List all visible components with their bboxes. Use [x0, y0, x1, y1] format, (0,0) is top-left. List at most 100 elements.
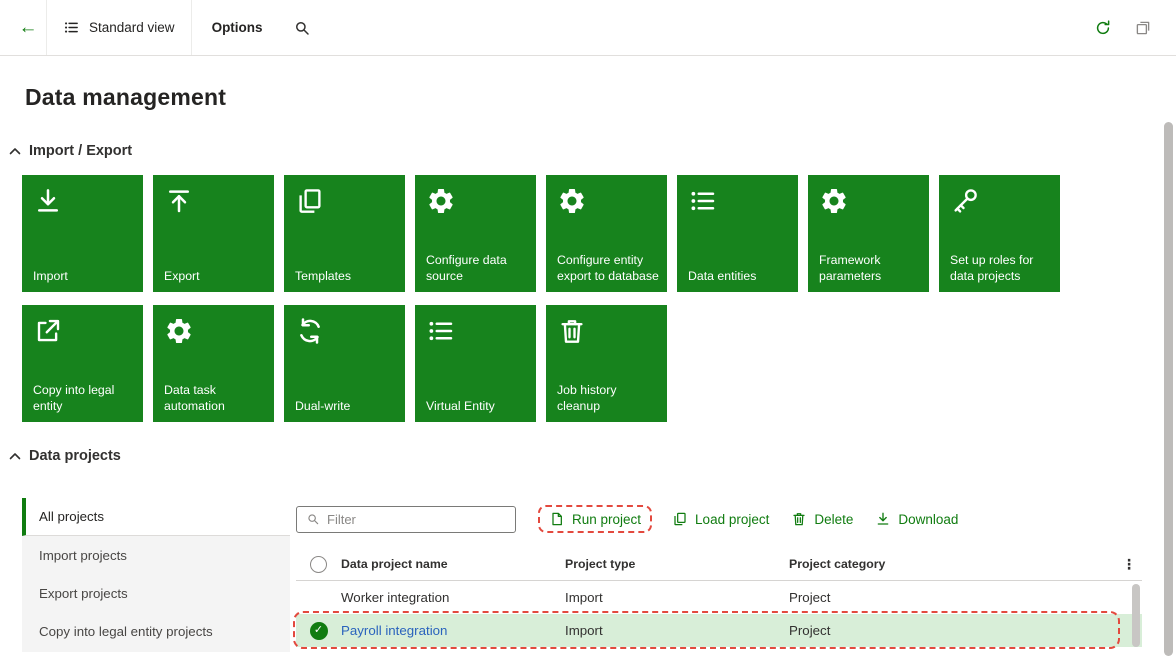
tile-label: Framework parameters — [819, 252, 882, 283]
section-title: Import / Export — [29, 143, 133, 159]
tile-label: Set up roles for data projects — [950, 252, 1034, 283]
project-category-cell: Project — [789, 623, 831, 638]
project-name-link[interactable]: Payroll integration — [341, 623, 565, 638]
project-type-cell: Import — [565, 623, 603, 638]
refresh-button[interactable] — [1086, 11, 1120, 45]
search-button[interactable] — [285, 11, 319, 45]
nav-item-label: All projects — [39, 509, 105, 524]
table-body: Worker integration Import Project ✓ Payr… — [293, 581, 1142, 649]
import-arrow-icon — [33, 186, 63, 216]
run-project-button[interactable]: Run project — [549, 511, 641, 527]
column-header-name[interactable]: Data project name — [341, 557, 565, 571]
table-header-row: Data project name Project type Project c… — [296, 548, 1142, 581]
section-import-export-header[interactable]: Import / Export — [9, 143, 1176, 159]
selected-checkbox[interactable]: ✓ — [309, 621, 328, 640]
view-label: Standard view — [89, 20, 175, 35]
download-button[interactable]: Download — [875, 511, 958, 527]
row-checkbox-cell: ✓ — [296, 621, 341, 640]
projects-toolbar: Run project Load project Delete Download — [296, 498, 1142, 540]
tile-framework-parameters[interactable]: Framework parameters — [808, 175, 929, 292]
tile-configure-entity-export[interactable]: Configure entity export to database — [546, 175, 667, 292]
tile-label: Copy into legal entity — [33, 382, 115, 413]
nav-item-import-projects[interactable]: Import projects — [22, 536, 290, 574]
tile-data-entities[interactable]: Data entities — [677, 175, 798, 292]
key-icon — [950, 186, 980, 216]
export-arrow-icon — [164, 186, 194, 216]
check-icon: ✓ — [313, 624, 324, 636]
tile-label: Data task automation — [164, 382, 225, 413]
tile-copy-into-legal-entity[interactable]: Copy into legal entity — [22, 305, 143, 422]
delete-label: Delete — [814, 511, 854, 527]
section-title: Data projects — [29, 448, 121, 464]
search-icon — [293, 19, 311, 37]
column-header-type[interactable]: Project type — [565, 557, 789, 571]
trash-icon — [791, 511, 807, 527]
list-view-icon — [63, 19, 80, 36]
tile-label: Templates — [295, 268, 352, 283]
download-icon — [875, 511, 891, 527]
run-project-label: Run project — [572, 511, 642, 527]
filter-input[interactable] — [327, 511, 506, 527]
open-in-new-window-button[interactable] — [1126, 11, 1160, 45]
page-title: Data management — [25, 84, 227, 110]
tile-job-history-cleanup[interactable]: Job history cleanup — [546, 305, 667, 422]
load-project-label: Load project — [695, 511, 770, 527]
list-icon — [688, 186, 718, 216]
search-icon — [306, 512, 320, 526]
table-row-worker-integration[interactable]: Worker integration Import Project — [296, 581, 1142, 614]
gear-icon — [819, 186, 849, 216]
load-project-button[interactable]: Load project — [672, 511, 769, 527]
tile-label: Data entities — [688, 268, 757, 283]
projects-nav: All projects Import projects Export proj… — [22, 498, 290, 652]
data-projects-panel: All projects Import projects Export proj… — [22, 498, 1142, 652]
tile-templates[interactable]: Templates — [284, 175, 405, 292]
tile-export[interactable]: Export — [153, 175, 274, 292]
tile-dual-write[interactable]: Dual-write — [284, 305, 405, 422]
tile-label: Dual-write — [295, 398, 351, 413]
nav-item-label: Copy into legal entity projects — [39, 623, 213, 639]
select-all-checkbox[interactable] — [310, 555, 327, 573]
filter-field[interactable] — [296, 505, 516, 533]
nav-item-all-projects[interactable]: All projects — [22, 498, 290, 536]
copy-pages-icon — [295, 186, 325, 216]
projects-table: Data project name Project type Project c… — [293, 548, 1142, 649]
tab-options[interactable]: Options — [192, 0, 283, 55]
gear-icon — [557, 186, 587, 216]
share-arrow-icon — [33, 316, 63, 346]
popout-icon — [1134, 19, 1152, 37]
list-icon — [426, 316, 456, 346]
tile-data-task-automation[interactable]: Data task automation — [153, 305, 274, 422]
nav-item-label: Export projects — [39, 585, 128, 601]
load-project-copy-icon — [672, 511, 688, 527]
table-row-payroll-integration[interactable]: ✓ Payroll integration Import Project — [296, 614, 1142, 647]
run-project-page-icon — [549, 511, 565, 527]
tile-virtual-entity[interactable]: Virtual Entity — [415, 305, 536, 422]
header-checkbox-cell — [296, 555, 341, 573]
tile-import[interactable]: Import — [22, 175, 143, 292]
nav-item-export-projects[interactable]: Export projects — [22, 574, 290, 612]
project-name-cell[interactable]: Worker integration — [341, 590, 565, 605]
tile-configure-data-source[interactable]: Configure data source — [415, 175, 536, 292]
annotation-run-project: Run project — [538, 505, 653, 533]
column-header-category[interactable]: Project category — [789, 557, 1116, 571]
more-options-button[interactable]: ⋮ — [1116, 556, 1142, 573]
nav-item-label: Import projects — [39, 547, 127, 563]
tile-grid: Import Export Templates Configure data s… — [22, 175, 1064, 422]
top-command-bar: ← Standard view Options — [0, 0, 1176, 56]
project-category-cell: Project — [789, 590, 831, 605]
back-button[interactable]: ← — [10, 10, 46, 46]
table-scrollbar[interactable] — [1132, 584, 1140, 647]
trash-icon — [557, 316, 587, 346]
tile-label: Import — [33, 268, 68, 283]
tile-set-up-roles[interactable]: Set up roles for data projects — [939, 175, 1060, 292]
download-label: Download — [898, 511, 959, 527]
projects-main: Run project Load project Delete Download — [293, 498, 1142, 652]
page-scrollbar[interactable] — [1164, 122, 1173, 656]
chevron-up-icon — [9, 147, 21, 155]
view-selector[interactable]: Standard view — [46, 0, 192, 55]
chevron-up-icon — [9, 452, 21, 460]
gear-icon — [426, 186, 456, 216]
nav-item-copy-into-legal-entity-projects[interactable]: Copy into legal entity projects — [22, 612, 290, 650]
delete-button[interactable]: Delete — [791, 511, 853, 527]
section-data-projects-header[interactable]: Data projects — [9, 448, 1176, 464]
